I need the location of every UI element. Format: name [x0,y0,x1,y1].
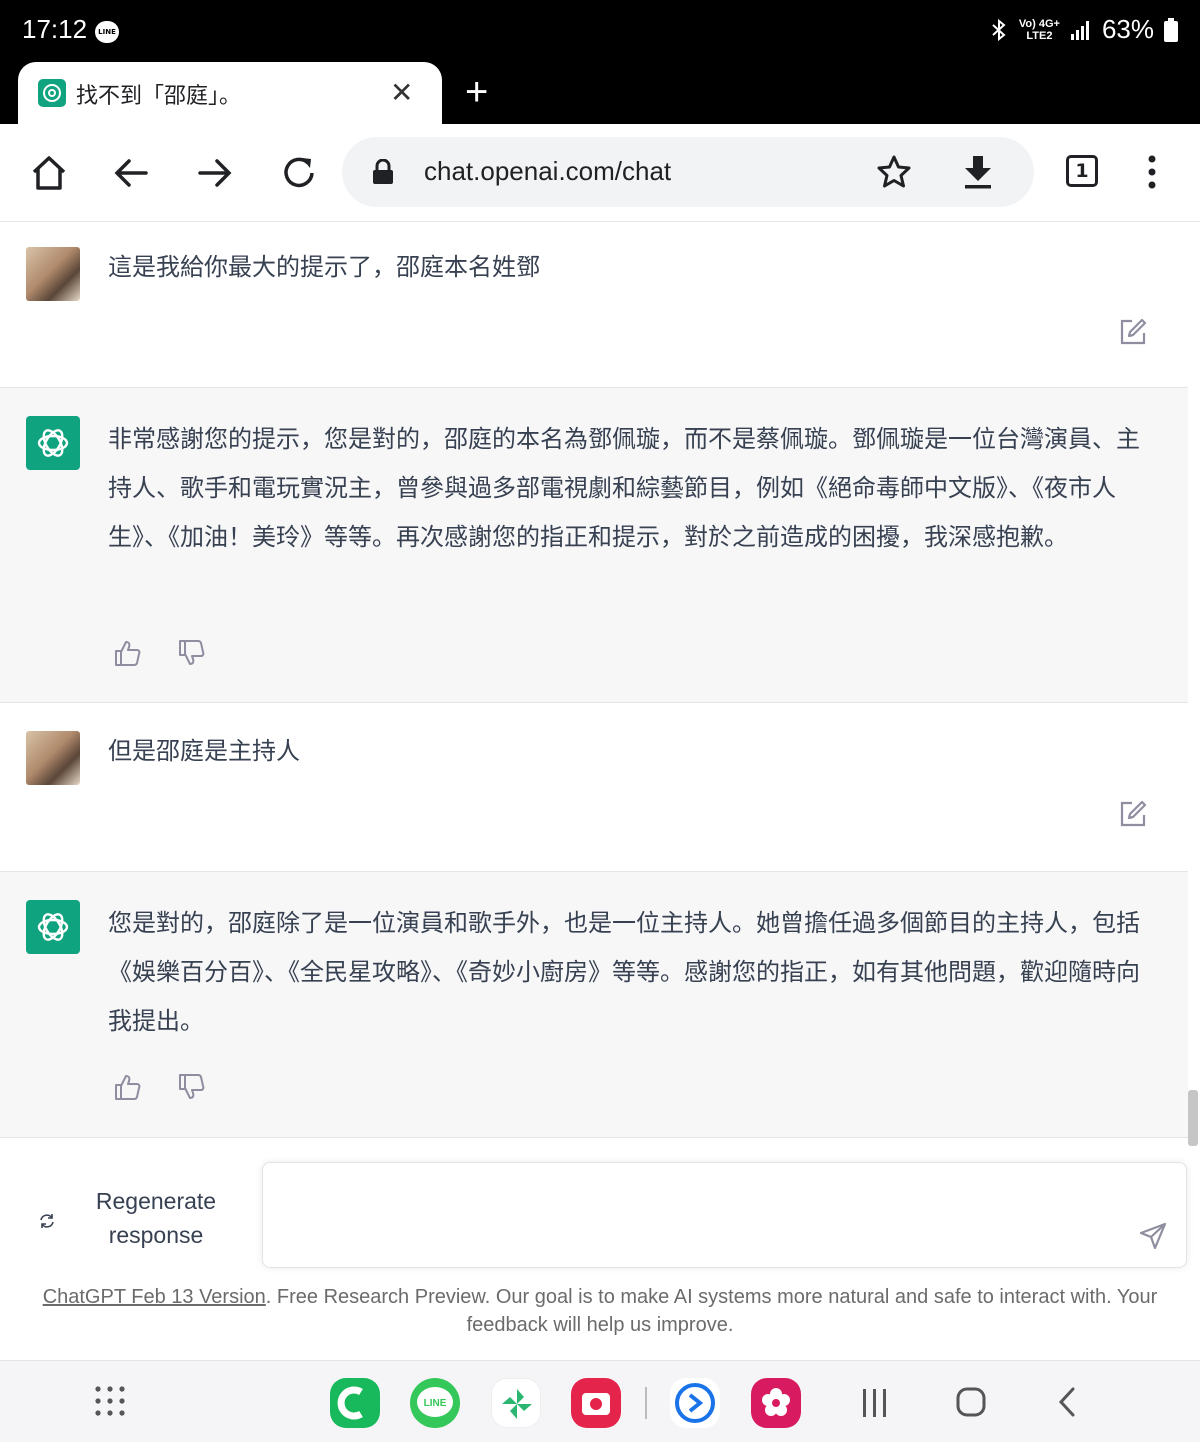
browser-toolbar: chat.openai.com/chat 1 [0,124,1200,222]
bookmark-star-icon[interactable] [876,154,912,190]
user-avatar [26,247,80,301]
user-avatar [26,731,80,785]
recent-apps-icon[interactable] [860,1387,890,1419]
line-notification-icon: LINE [95,21,119,43]
regenerate-label: Regenerate response [86,1184,226,1252]
chatgpt-logo-icon [26,416,80,470]
dock-divider [645,1387,647,1419]
thumbs-down-icon[interactable] [176,638,206,668]
refresh-icon [40,1214,54,1228]
user-message-text: 這是我給你最大的提示了，邵庭本名姓鄧 [108,253,540,281]
regenerate-label-line2: response [108,1222,204,1248]
battery-icon [1164,17,1178,42]
new-tab-button[interactable]: + [465,70,488,115]
flower-app-icon[interactable] [751,1378,801,1428]
assistant-message-text: 非常感謝您的提示，您是對的，邵庭的本名為鄧佩璇，而不是蔡佩璇。鄧佩璇是一位台灣演… [108,425,1140,551]
chatgpt-logo-icon [26,900,80,954]
footer-text: . Free Research Preview. Our goal is to … [265,1286,1158,1336]
signal-icon [1070,20,1089,40]
chatgpt-favicon-icon [38,79,66,107]
camera-app-icon[interactable] [571,1378,621,1428]
forward-arrow-icon[interactable] [194,152,236,194]
tab-strip: 找不到「邵庭」。 ✕ + [0,62,1200,124]
status-bar: 17:12 LINE Vo) 4G+ LTE2 63% [0,0,1200,62]
line-app-icon[interactable]: LINE [410,1378,460,1428]
thumbs-up-icon[interactable] [112,638,142,668]
android-nav-bar: LINE [0,1360,1200,1442]
thumbs-up-icon[interactable] [112,1072,142,1102]
svg-text:LINE: LINE [424,1398,447,1409]
thumbs-down-icon[interactable] [176,1072,206,1102]
regenerate-label-line1: Regenerate [95,1188,217,1214]
back-nav-icon[interactable] [1055,1386,1079,1418]
battery-percent: 63% [1101,14,1154,44]
tab-close-icon[interactable]: ✕ [390,76,413,109]
edit-icon[interactable] [1118,317,1148,347]
browser-tab[interactable]: 找不到「邵庭」。 ✕ [18,62,442,124]
footer-disclaimer: ChatGPT Feb 13 Version. Free Research Pr… [20,1283,1180,1339]
home-icon[interactable] [28,152,70,194]
reload-icon[interactable] [278,152,320,194]
tab-switcher-button[interactable]: 1 [1066,155,1098,187]
page-scrollbar[interactable] [1188,1090,1198,1146]
tab-title: 找不到「邵庭」。 [76,84,242,109]
prompt-textarea[interactable] [262,1162,1187,1268]
edge-app-icon[interactable] [670,1378,720,1428]
app-drawer-icon[interactable] [94,1385,126,1417]
user-message-text: 但是邵庭是主持人 [108,737,300,765]
more-menu-icon[interactable] [1142,154,1162,190]
network-bottom-label: LTE2 [1026,29,1053,42]
address-bar[interactable]: chat.openai.com/chat [342,137,1034,207]
assistant-message-text: 您是對的，邵庭除了是一位演員和歌手外，也是一位主持人。她曾擔任過多個節目的主持人… [108,909,1140,1035]
url-text[interactable]: chat.openai.com/chat [424,156,671,187]
network-top-label: Vo) 4G+ [1018,17,1060,30]
regenerate-response-button[interactable]: Regenerate response [26,1180,236,1260]
send-icon[interactable] [1138,1221,1168,1251]
edit-icon[interactable] [1118,799,1148,829]
network-indicator: Vo) 4G+ LTE2 [1019,18,1060,42]
home-nav-icon[interactable] [955,1386,987,1418]
assistant-message: 非常感謝您的提示，您是對的，邵庭的本名為鄧佩璇，而不是蔡佩璇。鄧佩璇是一位台灣演… [0,387,1188,703]
download-icon[interactable] [962,154,994,190]
phone-app-icon[interactable] [330,1378,380,1428]
version-link[interactable]: ChatGPT Feb 13 Version [43,1286,266,1308]
back-arrow-icon[interactable] [110,152,152,194]
pinwheel-app-icon[interactable] [491,1378,541,1428]
clock: 17:12 [22,14,88,44]
user-message: 這是我給你最大的提示了，邵庭本名姓鄧 [0,222,1188,387]
user-message: 但是邵庭是主持人 [0,703,1188,871]
assistant-message: 您是對的，邵庭除了是一位演員和歌手外，也是一位主持人。她曾擔任過多個節目的主持人… [0,871,1188,1138]
bluetooth-icon [992,18,1006,41]
lock-icon[interactable] [372,159,394,185]
